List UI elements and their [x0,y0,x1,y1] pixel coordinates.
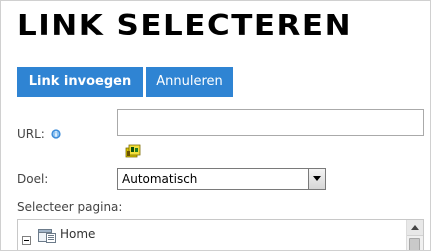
target-label: Doel: [17,172,49,186]
folder-icon[interactable] [125,142,141,158]
tree-scrollbar[interactable] [406,220,423,250]
url-label: URL: [17,127,45,141]
collapse-icon[interactable] [22,230,31,245]
page-icon [38,228,56,243]
chevron-up-icon[interactable] [407,220,423,236]
tree-item-label[interactable]: Home [60,227,95,241]
scrollbar-thumb[interactable] [409,238,420,250]
info-icon[interactable] [51,124,61,139]
url-input[interactable] [117,109,424,136]
page-select-label: Selecteer pagina: [17,200,123,214]
cancel-button[interactable]: Annuleren [146,67,233,97]
insert-link-button[interactable]: Link invoegen [17,67,143,97]
link-select-dialog: LINK SELECTEREN Link invoegen Annuleren … [0,0,431,251]
dialog-title: LINK SELECTEREN [17,9,353,43]
chevron-down-icon[interactable] [308,169,325,189]
target-select[interactable]: Automatisch [117,168,326,190]
target-select-value: Automatisch [122,172,198,186]
page-tree[interactable]: Home [17,219,424,250]
